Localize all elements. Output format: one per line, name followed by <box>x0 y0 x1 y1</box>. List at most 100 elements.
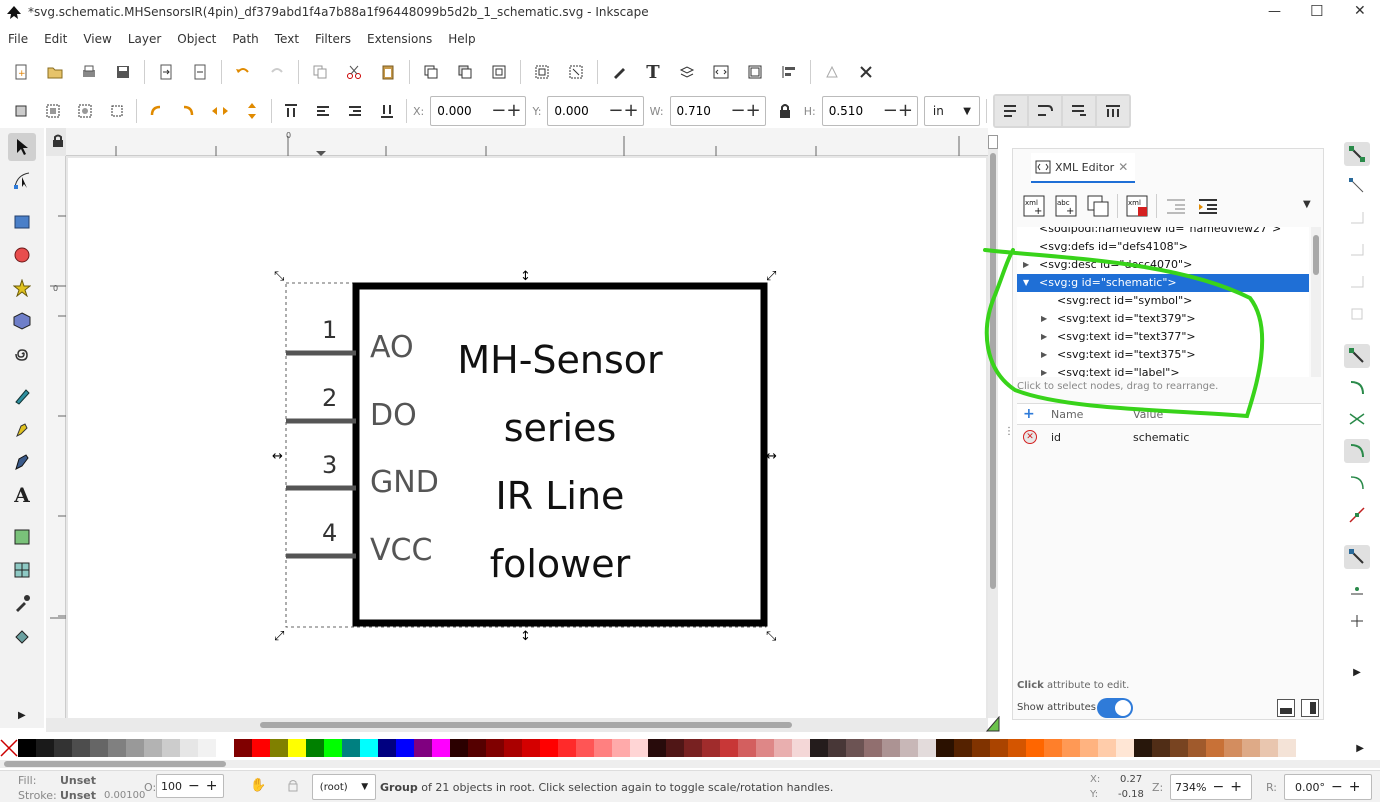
rotation-field[interactable]: 0.00° − + <box>1284 774 1372 800</box>
ungroup-icon[interactable] <box>563 59 589 85</box>
color-swatch[interactable] <box>738 739 756 757</box>
color-swatch[interactable] <box>1242 739 1260 757</box>
attribute-row[interactable]: ✕ id schematic <box>1017 427 1321 449</box>
x-input[interactable] <box>431 97 492 125</box>
color-swatch[interactable] <box>882 739 900 757</box>
lock-scroll-icon[interactable] <box>988 135 998 149</box>
raise-icon[interactable] <box>310 98 336 124</box>
color-swatch[interactable] <box>1116 739 1134 757</box>
menu-view[interactable]: View <box>75 26 119 52</box>
color-swatch[interactable] <box>630 739 648 757</box>
color-swatch[interactable] <box>108 739 126 757</box>
import-icon[interactable] <box>153 59 179 85</box>
color-swatch[interactable] <box>1134 739 1152 757</box>
h-input[interactable] <box>822 97 883 125</box>
unlink-clone-icon[interactable] <box>486 59 512 85</box>
minus-icon[interactable]: − <box>188 778 200 794</box>
snap-bbox-icon[interactable] <box>1344 174 1370 198</box>
color-swatch[interactable] <box>144 739 162 757</box>
color-swatch[interactable] <box>486 739 504 757</box>
delete-attribute-icon[interactable]: ✕ <box>1023 430 1037 444</box>
color-swatch[interactable] <box>828 739 846 757</box>
paste-icon[interactable] <box>375 59 401 85</box>
close-tab-icon[interactable]: ✕ <box>1118 160 1128 174</box>
panel-grip[interactable]: ⋮ <box>1004 426 1014 442</box>
unindent-node-icon[interactable] <box>1163 193 1189 219</box>
scale-handle-icon[interactable]: ⤢ <box>766 269 776 284</box>
palette-scrollbar-thumb[interactable] <box>4 761 226 767</box>
scale-handle-icon[interactable]: ↕ <box>520 629 531 642</box>
color-swatch[interactable] <box>540 739 558 757</box>
scale-handle-icon[interactable]: ↕ <box>520 269 531 284</box>
color-swatch[interactable] <box>864 739 882 757</box>
scale-handle-icon[interactable]: ⤢ <box>274 629 284 642</box>
rectangle-tool-icon[interactable] <box>8 208 36 236</box>
y-input[interactable] <box>548 97 609 125</box>
minimize-button[interactable]: — <box>1268 4 1281 19</box>
minus-icon[interactable]: − <box>491 97 506 125</box>
calligraphy-tool-icon[interactable] <box>8 448 36 476</box>
chevron-down-icon[interactable]: ▼ <box>1303 199 1311 210</box>
color-swatch[interactable] <box>1062 739 1080 757</box>
color-swatch[interactable] <box>432 739 450 757</box>
color-swatch[interactable] <box>90 739 108 757</box>
color-swatch[interactable] <box>1152 739 1170 757</box>
color-swatch[interactable] <box>612 739 630 757</box>
3d-box-tool-icon[interactable] <box>8 307 36 335</box>
layers-icon[interactable] <box>674 59 700 85</box>
y-field[interactable]: −+ <box>547 96 644 126</box>
color-swatch[interactable] <box>1098 739 1116 757</box>
layer-visibility-icon[interactable]: ✋ <box>250 778 266 793</box>
color-swatch[interactable] <box>1080 739 1098 757</box>
color-swatch[interactable] <box>774 739 792 757</box>
snap-smooth-nodes-icon[interactable] <box>1344 471 1370 495</box>
horizontal-scrollbar-thumb[interactable] <box>260 722 792 728</box>
new-text-node-icon[interactable]: abc + <box>1053 193 1079 219</box>
snap-object-center-icon[interactable] <box>1344 577 1370 601</box>
node-tree-scrollbar[interactable] <box>1311 227 1321 377</box>
minus-icon[interactable]: − <box>1212 779 1224 795</box>
color-swatch[interactable] <box>990 739 1008 757</box>
maximize-button[interactable]: ☐ <box>1310 2 1323 20</box>
paint-bucket-tool-icon[interactable] <box>8 622 36 650</box>
no-paint-swatch-icon[interactable] <box>0 739 18 757</box>
color-swatch[interactable] <box>1260 739 1278 757</box>
color-swatch[interactable] <box>1206 739 1224 757</box>
scale-corners-icon[interactable] <box>1028 96 1061 126</box>
layout-vertical-icon[interactable] <box>1301 699 1319 717</box>
color-swatch[interactable] <box>792 739 810 757</box>
color-swatch[interactable] <box>36 739 54 757</box>
color-swatch[interactable] <box>648 739 666 757</box>
x-field[interactable]: −+ <box>430 96 527 126</box>
menu-layer[interactable]: Layer <box>120 26 169 52</box>
zoom-field[interactable]: 734% − + <box>1170 774 1252 800</box>
xml-editor-icon[interactable] <box>708 59 734 85</box>
select-all-icon[interactable] <box>8 98 34 124</box>
align-distribute-icon[interactable] <box>776 59 802 85</box>
color-swatch[interactable] <box>198 739 216 757</box>
scale-stroke-icon[interactable] <box>994 96 1027 126</box>
minus-icon[interactable]: − <box>608 97 623 125</box>
color-swatch[interactable] <box>1008 739 1026 757</box>
color-swatch[interactable] <box>270 739 288 757</box>
lock-guides-icon[interactable] <box>52 134 64 151</box>
spiral-tool-icon[interactable] <box>8 340 36 368</box>
open-file-icon[interactable] <box>42 59 68 85</box>
color-swatch[interactable] <box>522 739 540 757</box>
color-swatch[interactable] <box>72 739 90 757</box>
scale-handle-icon[interactable]: ⤡ <box>274 269 285 284</box>
stroke-width[interactable]: 0.00100 <box>104 790 145 801</box>
color-swatch[interactable] <box>162 739 180 757</box>
minus-icon[interactable]: − <box>731 97 746 125</box>
cut-icon[interactable] <box>341 59 367 85</box>
color-swatch[interactable] <box>756 739 774 757</box>
snap-nodes-icon[interactable] <box>1344 343 1370 368</box>
snap-bbox-corner-icon[interactable] <box>1344 238 1370 262</box>
zoom-value[interactable]: 734% <box>1175 781 1206 794</box>
color-swatch[interactable] <box>900 739 918 757</box>
color-swatch[interactable] <box>324 739 342 757</box>
node-tree-scrollbar-thumb[interactable] <box>1313 235 1319 275</box>
color-swatch[interactable] <box>396 739 414 757</box>
raise-to-top-icon[interactable] <box>278 98 304 124</box>
rotation-value[interactable]: 0.00° <box>1295 781 1325 794</box>
